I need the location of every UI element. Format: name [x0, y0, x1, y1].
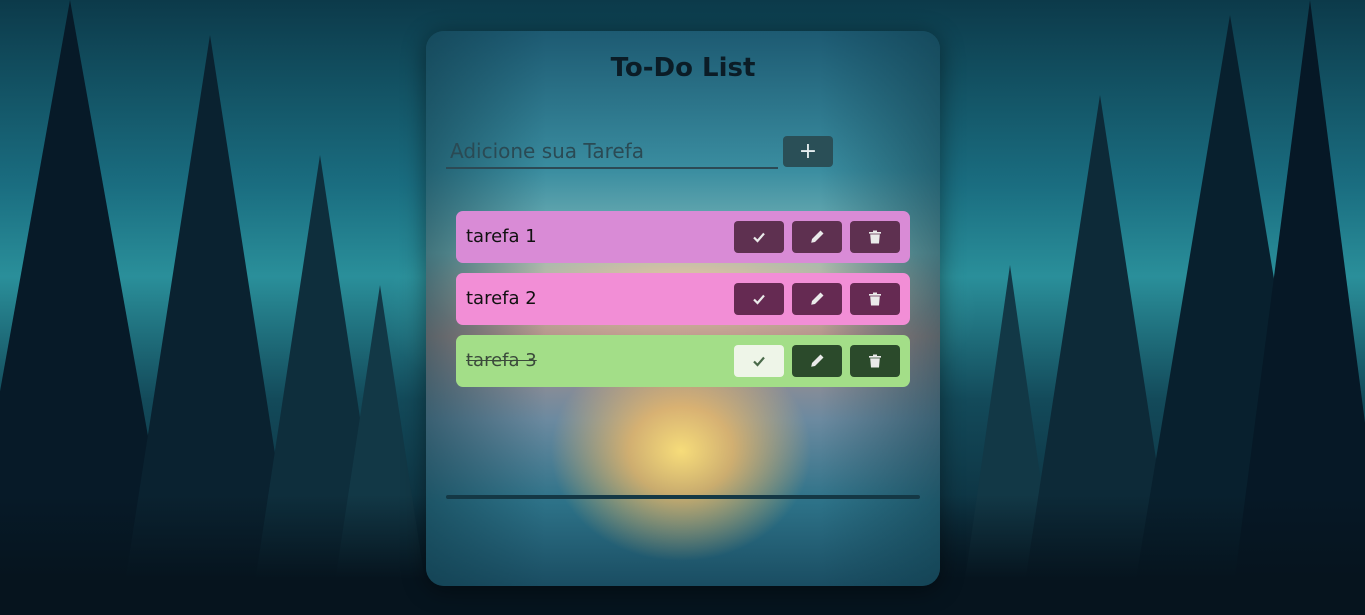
list-item: tarefa 1 [456, 211, 910, 263]
pencil-icon [811, 292, 824, 305]
task-list: tarefa 1 tarefa 2 tarefa 3 [456, 211, 910, 397]
trash-icon [869, 292, 881, 306]
edit-button[interactable] [792, 345, 842, 377]
delete-button[interactable] [850, 283, 900, 315]
task-text: tarefa 1 [466, 226, 537, 247]
page-title: To-Do List [610, 53, 756, 83]
task-actions [734, 283, 900, 315]
add-task-form: + [446, 135, 834, 171]
complete-button[interactable] [734, 221, 784, 253]
check-icon [753, 356, 765, 367]
pencil-icon [811, 354, 824, 367]
list-item: tarefa 3 [456, 335, 910, 387]
divider [446, 495, 920, 499]
delete-button[interactable] [850, 221, 900, 253]
pencil-icon [811, 230, 824, 243]
check-icon [753, 294, 765, 305]
task-input[interactable] [446, 135, 778, 169]
list-item: tarefa 2 [456, 273, 910, 325]
task-actions [734, 221, 900, 253]
edit-button[interactable] [792, 221, 842, 253]
task-actions [734, 345, 900, 377]
trash-icon [869, 354, 881, 368]
check-icon [753, 232, 765, 243]
task-text: tarefa 2 [466, 288, 537, 309]
complete-button[interactable] [734, 283, 784, 315]
edit-button[interactable] [792, 283, 842, 315]
add-task-button[interactable]: + [783, 136, 833, 167]
complete-button[interactable] [734, 345, 784, 377]
task-text: tarefa 3 [466, 350, 537, 371]
trash-icon [869, 230, 881, 244]
delete-button[interactable] [850, 345, 900, 377]
todo-card: To-Do List + tarefa 1 tarefa 2 [426, 31, 940, 586]
